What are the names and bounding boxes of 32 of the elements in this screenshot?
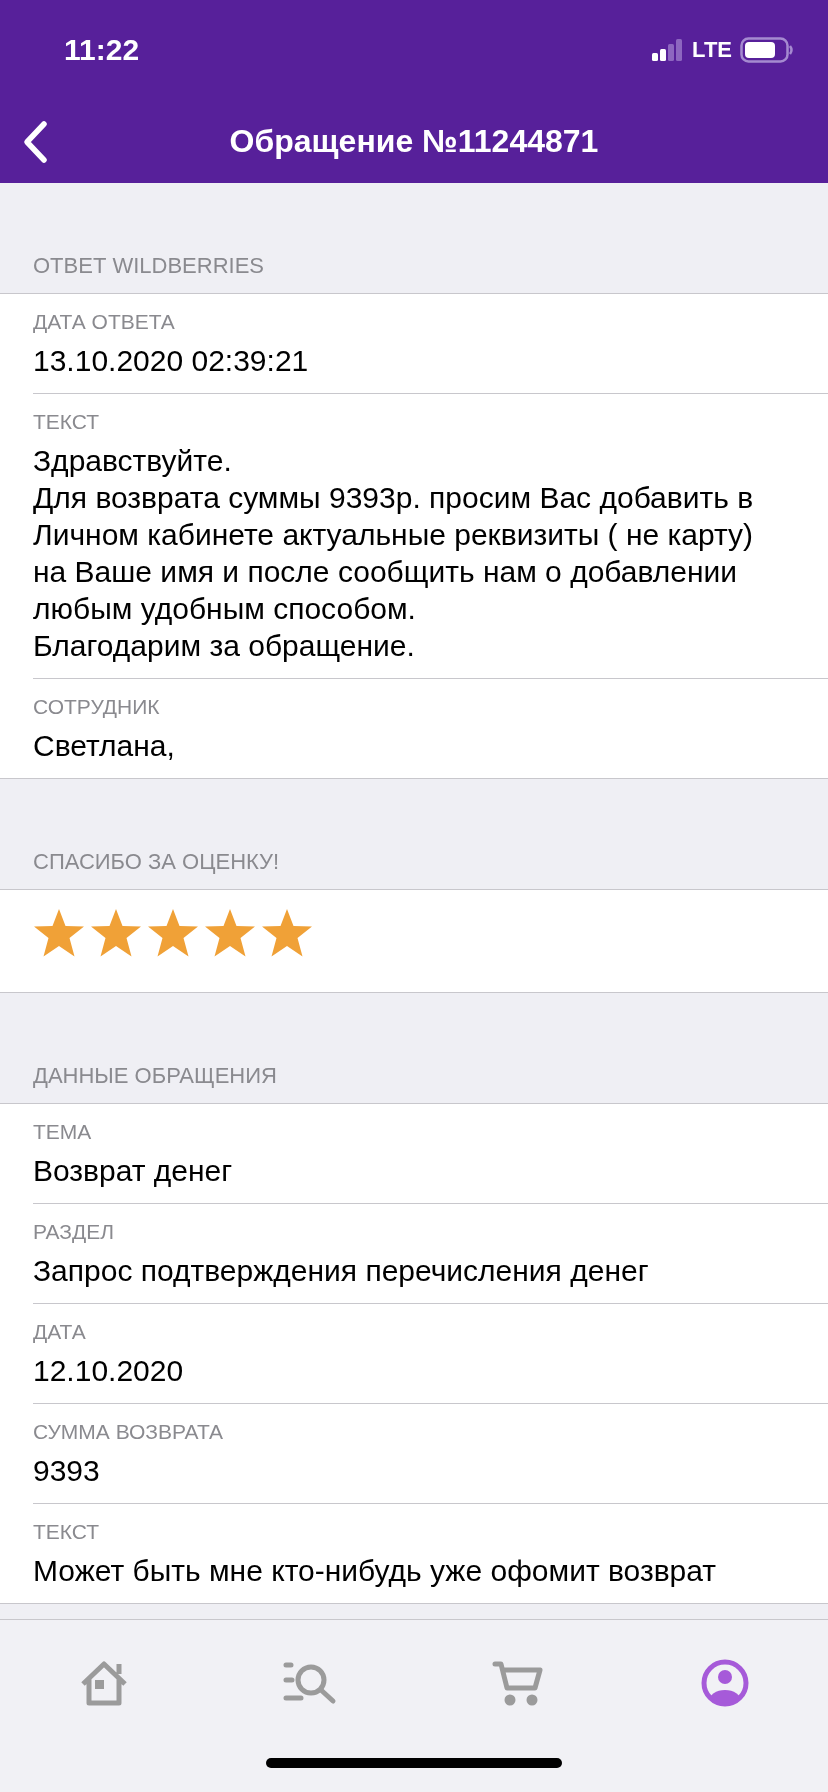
field-label: ТЕКСТ [33,1520,101,1544]
section-header: СПАСИБО ЗА ОЦЕНКУ! [32,848,281,876]
field-label: СОТРУДНИК [33,695,161,719]
cart-icon [491,1660,544,1706]
star-icon [90,908,142,958]
field-label: СУММА ВОЗВРАТА [33,1420,225,1444]
field-value: 12.10.2020 [33,1353,185,1389]
star-icon [261,908,313,958]
screen-title: Обращение №11244871 [229,123,599,160]
field-value: Светлана, [33,728,176,764]
field-value: 13.10.2020 02:39:21 [33,343,310,379]
field-label: ДАТА ОТВЕТА [33,310,176,334]
field-value: Запрос подтверждения перечисления денег [33,1253,650,1289]
section-header: ОТВЕТ WILDBERRIES [32,252,266,280]
field-label: ТЕМА [33,1120,93,1144]
field-label: РАЗДЕЛ [33,1220,116,1244]
signal-icon [652,39,685,61]
field-label: ТЕКСТ [33,410,101,434]
status-time: 11:22 [64,33,140,67]
section-header: ДАННЫЕ ОБРАЩЕНИЯ [32,1062,278,1090]
star-icon [147,908,199,958]
field-value: 9393 [33,1453,101,1489]
field-value: Здравствуйте. Для возврата суммы 9393р. просим Вас добавить в Личном кабинете актуальные реквизиты ( не карту) на Ваше имя и после сообщить нам о добавлении любым удобным способом. Благодарим за обращение. [33,443,755,664]
star-icon [33,908,85,958]
network-label: LTE [692,37,732,63]
chevron-left-icon [22,120,48,164]
field-value: Может быть мне кто-нибудь уже офомит возврат [33,1553,718,1589]
battery-icon [740,37,794,63]
star-icon [204,908,256,958]
field-label: ДАТА [33,1320,87,1344]
field-value: Возврат денег [33,1153,234,1189]
profile-icon [700,1659,749,1707]
